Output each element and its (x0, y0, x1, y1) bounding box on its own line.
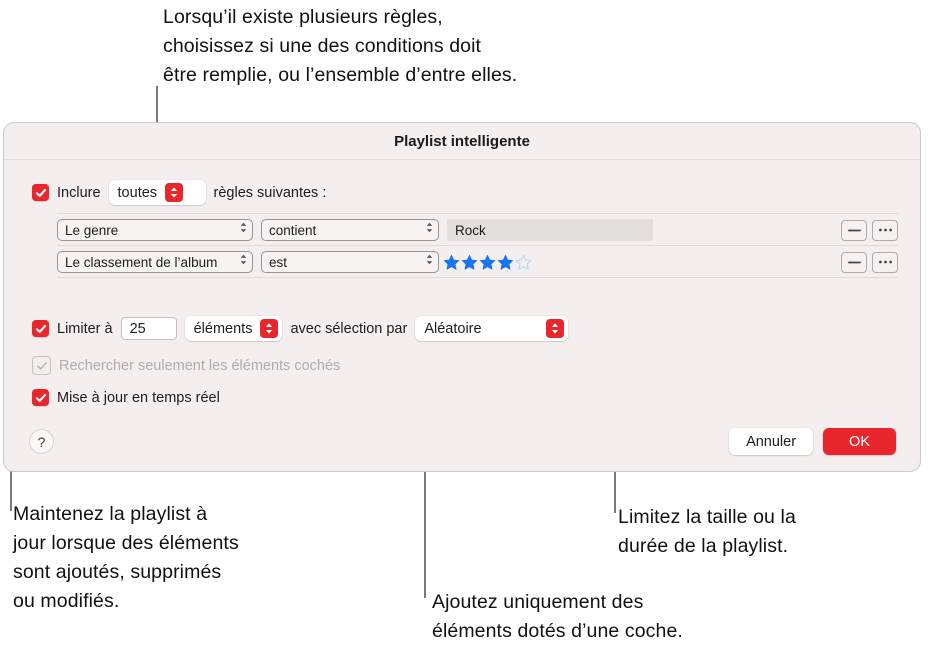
remove-rule-button[interactable] (841, 219, 867, 241)
rule-operator-value: est (269, 254, 288, 270)
limit-unit-value: éléments (193, 320, 253, 337)
rule-separator (57, 277, 898, 278)
include-checkbox[interactable] (32, 184, 49, 201)
rule-options-button[interactable] (872, 251, 898, 273)
star-filled-icon[interactable] (479, 254, 496, 271)
rule-separator (57, 213, 898, 214)
help-button[interactable]: ? (29, 429, 54, 454)
rule-actions (841, 251, 898, 273)
chevron-updown-icon (260, 319, 279, 338)
limit-selection-popup[interactable]: Aléatoire (415, 316, 569, 341)
rule-operator-popup[interactable]: contient (261, 219, 439, 241)
star-filled-icon[interactable] (497, 254, 514, 271)
annotation-live-update: Maintenez la playlist à jour lorsque des… (13, 503, 239, 612)
chevron-updown-icon (546, 319, 565, 338)
annotation-checked-only: Ajoutez uniquement des éléments dotés d’… (432, 591, 683, 642)
rule-field-popup[interactable]: Le classement de l’album (57, 251, 253, 273)
limit-selection-value: Aléatoire (424, 320, 482, 337)
chevron-updown-icon (425, 253, 434, 271)
live-update-checkbox[interactable] (32, 389, 49, 406)
limit-selection-label: avec sélection par (290, 320, 408, 337)
rule-field-value: Le genre (65, 222, 119, 238)
page-title: Playlist intelligente (394, 132, 530, 150)
annotation-limit: Limitez la taille ou la durée de la play… (618, 506, 796, 557)
rule-operator-value: contient (269, 222, 317, 238)
limit-amount-value: 25 (129, 320, 146, 337)
footer-actions: Annuler OK (729, 428, 896, 455)
help-button-wrap: ? (29, 429, 54, 454)
cancel-button[interactable]: Annuler (729, 428, 814, 455)
rule-operator-popup[interactable]: est (261, 251, 439, 273)
rule-field-popup[interactable]: Le genre (57, 219, 253, 241)
checked-only-checkbox[interactable] (32, 356, 51, 375)
include-row: Inclure toutes règles suivantes : (32, 180, 326, 205)
table-row: Le classement de l’album est (57, 248, 898, 276)
checked-only-row: Rechercher seulement les éléments cochés (32, 356, 340, 375)
star-filled-icon[interactable] (461, 254, 478, 271)
rule-value-text: Rock (455, 222, 486, 238)
limit-label: Limiter à (57, 320, 113, 337)
include-label: Inclure (57, 184, 101, 201)
smart-playlist-dialog: Playlist intelligente Inclure toutes règ… (3, 122, 921, 472)
live-update-row: Mise à jour en temps réel (32, 389, 220, 406)
limit-checkbox[interactable] (32, 320, 49, 337)
dialog-titlebar: Playlist intelligente (4, 123, 920, 160)
match-type-value: toutes (117, 184, 158, 201)
rule-options-button[interactable] (872, 219, 898, 241)
rule-separator (57, 245, 898, 246)
live-update-label: Mise à jour en temps réel (57, 389, 220, 406)
table-row: Le genre contient Rock (57, 216, 898, 244)
rule-actions (841, 219, 898, 241)
star-filled-icon[interactable] (443, 254, 460, 271)
limit-amount-input[interactable]: 25 (120, 317, 177, 340)
chevron-updown-icon (239, 221, 248, 239)
chevron-updown-icon (165, 183, 184, 202)
checked-only-label: Rechercher seulement les éléments cochés (59, 357, 341, 374)
rule-rating-value[interactable] (443, 254, 532, 271)
chevron-updown-icon (425, 221, 434, 239)
remove-rule-button[interactable] (841, 251, 867, 273)
star-empty-icon[interactable] (515, 254, 532, 271)
annotation-match-rules: Lorsqu’il existe plusieurs règles, chois… (163, 6, 518, 86)
limit-row: Limiter à 25 éléments avec sélection par… (32, 316, 569, 341)
match-type-popup[interactable]: toutes (108, 180, 206, 205)
include-suffix-label: règles suivantes : (213, 184, 327, 201)
rule-field-value: Le classement de l’album (65, 254, 218, 270)
ok-button[interactable]: OK (823, 428, 896, 455)
rule-value-input[interactable]: Rock (447, 219, 653, 241)
chevron-updown-icon (239, 253, 248, 271)
limit-unit-popup[interactable]: éléments (184, 316, 283, 341)
